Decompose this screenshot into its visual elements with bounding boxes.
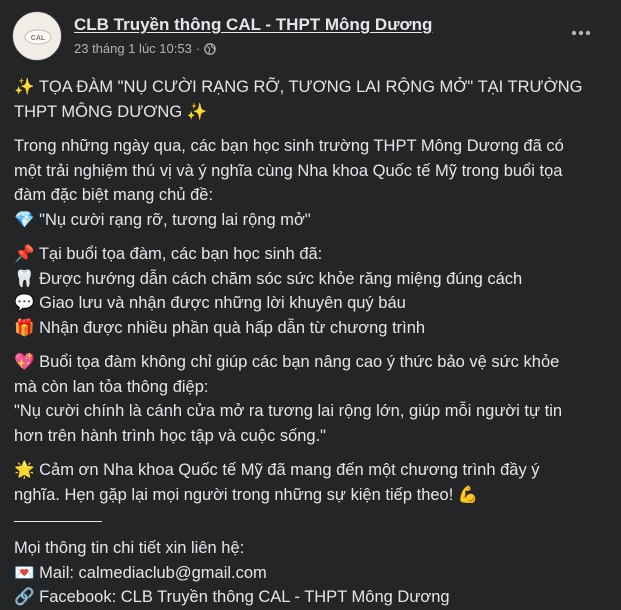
- contact-facebook[interactable]: 🔗 Facebook: CLB Truyền thông CAL - THPT …: [14, 585, 609, 610]
- title-line: ✨ TỌA ĐÀM "NỤ CƯỜI RẠNG RỠ, TƯƠNG LAI RỘ…: [14, 78, 583, 96]
- more-horizontal-icon: [571, 30, 591, 36]
- title-line: THPT MÔNG DƯƠNG ✨: [14, 102, 208, 121]
- post-timestamp[interactable]: 23 tháng 1 lúc 10:53: [74, 41, 192, 56]
- thanks-line: nghĩa. Hẹn gặp lại mọi người trong những…: [14, 485, 479, 504]
- message-paragraph: 💖 Buổi tọa đàm không chỉ giúp các bạn nâ…: [14, 350, 609, 448]
- message-line: mà còn lan tỏa thông điệp:: [14, 377, 209, 396]
- post-header: CAL CLB Truyền thông CAL - THPT Mông Dươ…: [12, 11, 609, 63]
- quote-line: hơn trên hành trình học tập và cuộc sống…: [14, 426, 327, 445]
- contact-section: Mọi thông tin chi tiết xin liên hệ: 💌 Ma…: [14, 536, 609, 610]
- more-options-button[interactable]: [569, 23, 593, 43]
- avatar[interactable]: CAL: [12, 11, 62, 61]
- globe-icon[interactable]: [204, 42, 217, 55]
- page-name-link[interactable]: CLB Truyền thông CAL - THPT Mông Dương: [74, 15, 432, 35]
- contact-heading: Mọi thông tin chi tiết xin liên hệ:: [14, 539, 245, 557]
- intro-line: Trong những ngày qua, các bạn học sinh t…: [14, 137, 564, 155]
- list-item: 🦷 Được hướng dẫn cách chăm sóc sức khỏe …: [14, 269, 523, 288]
- activities-list: 📌 Tại buổi tọa đàm, các bạn học sinh đã:…: [14, 242, 609, 340]
- thanks-paragraph: 🌟 Cảm ơn Nha khoa Quốc tế Mỹ đã mang đến…: [14, 458, 609, 507]
- list-item: 🎁 Nhận được nhiều phần quà hấp dẫn từ ch…: [14, 318, 426, 337]
- thanks-line: 🌟 Cảm ơn Nha khoa Quốc tế Mỹ đã mang đến…: [14, 461, 540, 479]
- divider: [14, 521, 102, 522]
- post-meta: 23 tháng 1 lúc 10:53 ·: [74, 41, 217, 56]
- intro-line: đàm đặc biệt mang chủ đề:: [14, 186, 214, 204]
- intro-paragraph: Trong những ngày qua, các bạn học sinh t…: [14, 134, 609, 232]
- post-card: CAL CLB Truyền thông CAL - THPT Mông Dươ…: [0, 0, 621, 610]
- theme-line: 💎 "Nụ cười rạng rỡ, tương lai rộng mở": [14, 210, 311, 229]
- intro-line: một trải nghiệm thú vị và ý nghĩa cùng N…: [14, 161, 563, 180]
- avatar-logo-text: CAL: [31, 35, 46, 42]
- quote-line: "Nụ cười chính là cánh cửa mở ra tương l…: [14, 402, 563, 420]
- list-item: 💬 Giao lưu và nhận được những lời khuyên…: [14, 294, 406, 312]
- post-title: ✨ TỌA ĐÀM "NỤ CƯỜI RẠNG RỠ, TƯƠNG LAI RỘ…: [14, 75, 609, 124]
- contact-mail[interactable]: 💌 Mail: calmediaclub@gmail.com: [14, 561, 609, 586]
- meta-separator: ·: [195, 41, 201, 56]
- message-line: 💖 Buổi tọa đàm không chỉ giúp các bạn nâ…: [14, 353, 560, 371]
- post-body: ✨ TỌA ĐÀM "NỤ CƯỜI RẠNG RỠ, TƯƠNG LAI RỘ…: [14, 75, 609, 610]
- activities-heading: 📌 Tại buổi tọa đàm, các bạn học sinh đã:: [14, 245, 323, 263]
- cal-logo: CAL: [24, 29, 52, 45]
